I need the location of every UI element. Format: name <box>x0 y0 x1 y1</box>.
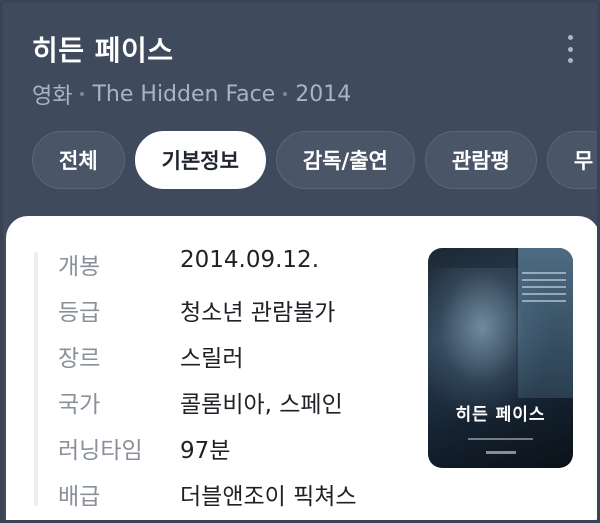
movie-poster[interactable]: 히든 페이스 <box>428 248 573 468</box>
info-list: 개봉 2014.09.12. 등급 청소년 관람불가 장르 스릴러 국가 콜롬비… <box>58 247 357 520</box>
info-divider <box>34 252 38 506</box>
info-value[interactable]: 스릴러 <box>180 339 243 373</box>
tab-reviews[interactable]: 관람평 <box>424 131 537 189</box>
poster-tagline-art <box>522 272 566 307</box>
meta-english-title: The Hidden Face <box>92 81 276 107</box>
info-value: 콜롬비아, 스페인 <box>180 392 343 418</box>
separator-dot <box>80 92 85 96</box>
info-label: 장르 <box>58 346 101 372</box>
info-row-runtime: 러닝타임 97분 <box>58 431 357 477</box>
tab-director-cast[interactable]: 감독/출연 <box>275 131 415 189</box>
tab-bar: 전체 기본정보 감독/출연 관람평 무 <box>32 131 597 191</box>
info-label: 등급 <box>58 300 101 326</box>
basic-info-card: 개봉 2014.09.12. 등급 청소년 관람불가 장르 스릴러 국가 콜롬비… <box>6 216 597 520</box>
separator-dot <box>283 92 288 96</box>
info-row-release: 개봉 2014.09.12. <box>58 247 357 293</box>
info-row-distributor: 배급 더블앤조이 픽쳐스 <box>58 477 357 520</box>
info-value: 2014.09.12. <box>180 247 319 273</box>
info-label: 러닝타임 <box>58 438 143 464</box>
info-value: 청소년 관람불가 <box>180 300 336 326</box>
page-title: 히든 페이스 <box>32 34 174 67</box>
info-row-country: 국가 콜롬비아, 스페인 <box>58 385 357 431</box>
info-row-genre: 장르 스릴러 <box>58 339 357 385</box>
info-label: 개봉 <box>58 254 101 280</box>
tab-all[interactable]: 전체 <box>32 131 125 189</box>
more-vertical-icon[interactable] <box>563 35 577 63</box>
info-row-rating: 등급 청소년 관람불가 <box>58 293 357 339</box>
tab-more-partial[interactable]: 무 <box>546 131 597 189</box>
poster-title: 히든 페이스 <box>455 405 546 425</box>
info-value[interactable]: 더블앤조이 픽쳐스 <box>180 477 357 511</box>
movie-meta: 영화 The Hidden Face 2014 <box>32 78 351 110</box>
info-value: 97분 <box>180 438 231 464</box>
movie-info-panel: 히든 페이스 영화 The Hidden Face 2014 전체 기본정보 감… <box>0 0 600 523</box>
info-label: 국가 <box>58 392 101 418</box>
meta-category: 영화 <box>32 84 73 109</box>
tab-basic-info[interactable]: 기본정보 <box>134 131 266 189</box>
poster-date-art <box>486 451 516 454</box>
meta-year: 2014 <box>295 81 352 107</box>
poster-credits-art <box>468 438 533 440</box>
info-label: 배급 <box>58 484 101 510</box>
